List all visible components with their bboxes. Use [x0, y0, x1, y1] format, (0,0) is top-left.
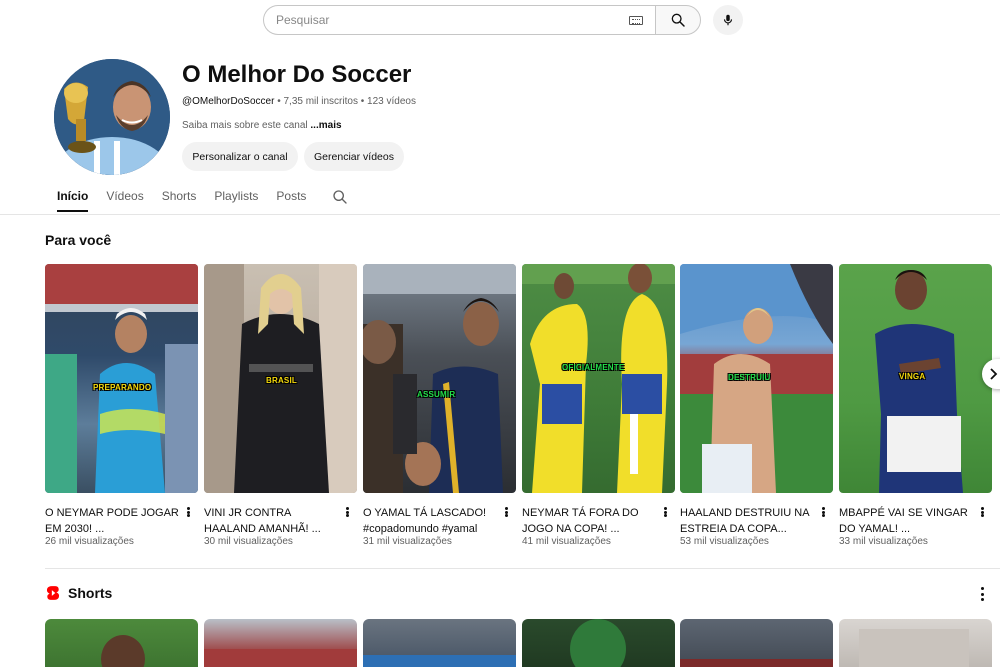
short-image: [859, 629, 969, 667]
thumbnail-caption: VINGA: [899, 372, 926, 381]
short-thumbnail[interactable]: [522, 619, 675, 667]
view-count: 26 mil visualizações: [45, 536, 134, 547]
keyboard-icon[interactable]: [629, 15, 643, 25]
search-icon[interactable]: [332, 189, 348, 205]
more-options-icon[interactable]: [184, 504, 192, 520]
video-card[interactable]: VINGA MBAPPÉ VAI SE VINGAR DO YAMAL! ...…: [839, 264, 992, 547]
view-count: 31 mil visualizações: [363, 536, 452, 547]
subscriber-count: 7,35 mil inscritos: [283, 96, 358, 107]
video-thumbnail[interactable]: VINGA: [839, 264, 992, 493]
video-title[interactable]: NEYMAR TÁ FORA DO JOGO NA COPA! ...: [522, 505, 656, 537]
video-card[interactable]: ASSUMIR O YAMAL TÁ LASCADO! #copadomundo…: [363, 264, 516, 547]
video-title[interactable]: HAALAND DESTRUIU NA ESTREIA DA COPA...: [680, 505, 814, 537]
video-thumbnail[interactable]: ASSUMIR: [363, 264, 516, 493]
short-thumbnail[interactable]: [45, 619, 198, 667]
more-options-icon[interactable]: [978, 504, 986, 520]
view-count: 33 mil visualizações: [839, 536, 928, 547]
channel-handle: @OMelhorDoSoccer: [182, 96, 275, 107]
video-title[interactable]: O NEYMAR PODE JOGAR EM 2030! ...: [45, 505, 179, 537]
manage-videos-button[interactable]: Gerenciar vídeos: [304, 142, 404, 171]
video-thumbnail[interactable]: BRASIL: [204, 264, 357, 493]
thumbnail-image: [522, 264, 675, 493]
short-image: [570, 619, 626, 667]
thumbnail-caption: DESTRUIU: [728, 373, 771, 382]
for-you-title: Para você: [45, 232, 112, 248]
meta-separator: •: [277, 96, 281, 107]
channel-about[interactable]: Saiba mais sobre este canal ...mais: [182, 120, 342, 131]
video-thumbnail[interactable]: OFICIALMENTE: [522, 264, 675, 493]
chevron-right-icon: [990, 368, 998, 380]
short-image: [101, 635, 145, 667]
video-card[interactable]: BRASIL VINI JR CONTRA HAALAND AMANHÃ! ..…: [204, 264, 357, 547]
thumbnail-image: [45, 264, 198, 493]
shorts-header: Shorts: [46, 585, 112, 601]
short-image: [363, 655, 516, 667]
more-options-icon[interactable]: [661, 504, 669, 520]
short-thumbnail[interactable]: [204, 619, 357, 667]
more-options-icon[interactable]: [819, 504, 827, 520]
thumbnail-caption: OFICIALMENTE: [562, 363, 625, 372]
video-card[interactable]: DESTRUIU HAALAND DESTRUIU NA ESTREIA DA …: [680, 264, 833, 547]
view-count: 30 mil visualizações: [204, 536, 293, 547]
tab-posts[interactable]: Posts: [276, 189, 306, 212]
channel-meta: @OMelhorDoSoccer • 7,35 mil inscritos • …: [182, 96, 416, 107]
video-count: 123 vídeos: [367, 96, 416, 107]
video-title[interactable]: O YAMAL TÁ LASCADO! #copadomundo #yamal: [363, 505, 497, 537]
video-title[interactable]: MBAPPÉ VAI SE VINGAR DO YAMAL! ...: [839, 505, 973, 537]
search-icon: [671, 13, 685, 27]
shorts-icon: [46, 586, 60, 600]
tabs-divider: [0, 214, 1000, 215]
more-options-icon[interactable]: [343, 504, 351, 520]
search-input[interactable]: [276, 13, 629, 27]
short-thumbnail[interactable]: [839, 619, 992, 667]
section-divider: [45, 568, 1000, 569]
search-button[interactable]: [655, 5, 701, 35]
short-image: [680, 659, 833, 667]
video-thumbnail[interactable]: DESTRUIU: [680, 264, 833, 493]
shorts-title: Shorts: [68, 585, 113, 601]
search-bar: [263, 5, 743, 35]
meta-separator: •: [360, 96, 365, 107]
video-card[interactable]: OFICIALMENTE NEYMAR TÁ FORA DO JOGO NA C…: [522, 264, 675, 547]
search-box[interactable]: [263, 5, 655, 35]
tab-playlists[interactable]: Playlists: [214, 189, 258, 212]
voice-search-button[interactable]: [713, 5, 743, 35]
short-image: [204, 649, 357, 667]
view-count: 53 mil visualizações: [680, 536, 769, 547]
thumbnail-caption: BRASIL: [266, 376, 297, 385]
tab-videos[interactable]: Vídeos: [106, 189, 143, 212]
thumbnail-image: [363, 264, 516, 493]
channel-avatar[interactable]: [54, 59, 170, 175]
more-options-icon[interactable]: [981, 587, 985, 601]
video-title[interactable]: VINI JR CONTRA HAALAND AMANHÃ! ...: [204, 505, 338, 537]
tab-home[interactable]: Início: [57, 189, 89, 212]
short-thumbnail[interactable]: [363, 619, 516, 667]
more-options-icon[interactable]: [502, 504, 510, 520]
about-text: Saiba mais sobre este canal: [182, 120, 308, 131]
video-thumbnail[interactable]: PREPARANDO: [45, 264, 198, 493]
channel-name: O Melhor Do Soccer: [182, 61, 412, 88]
thumbnail-caption: ASSUMIR: [417, 390, 456, 399]
tab-shorts[interactable]: Shorts: [162, 189, 197, 212]
view-count: 41 mil visualizações: [522, 536, 611, 547]
customize-channel-button[interactable]: Personalizar o canal: [182, 142, 298, 171]
microphone-icon: [723, 14, 733, 26]
video-card[interactable]: PREPARANDO O NEYMAR PODE JOGAR EM 2030! …: [45, 264, 198, 547]
avatar-image: [54, 59, 170, 175]
short-thumbnail[interactable]: [680, 619, 833, 667]
channel-tabs: Início Vídeos Shorts Playlists Posts: [57, 189, 348, 212]
about-more-link[interactable]: ...mais: [310, 120, 341, 131]
thumbnail-caption: PREPARANDO: [93, 383, 152, 392]
